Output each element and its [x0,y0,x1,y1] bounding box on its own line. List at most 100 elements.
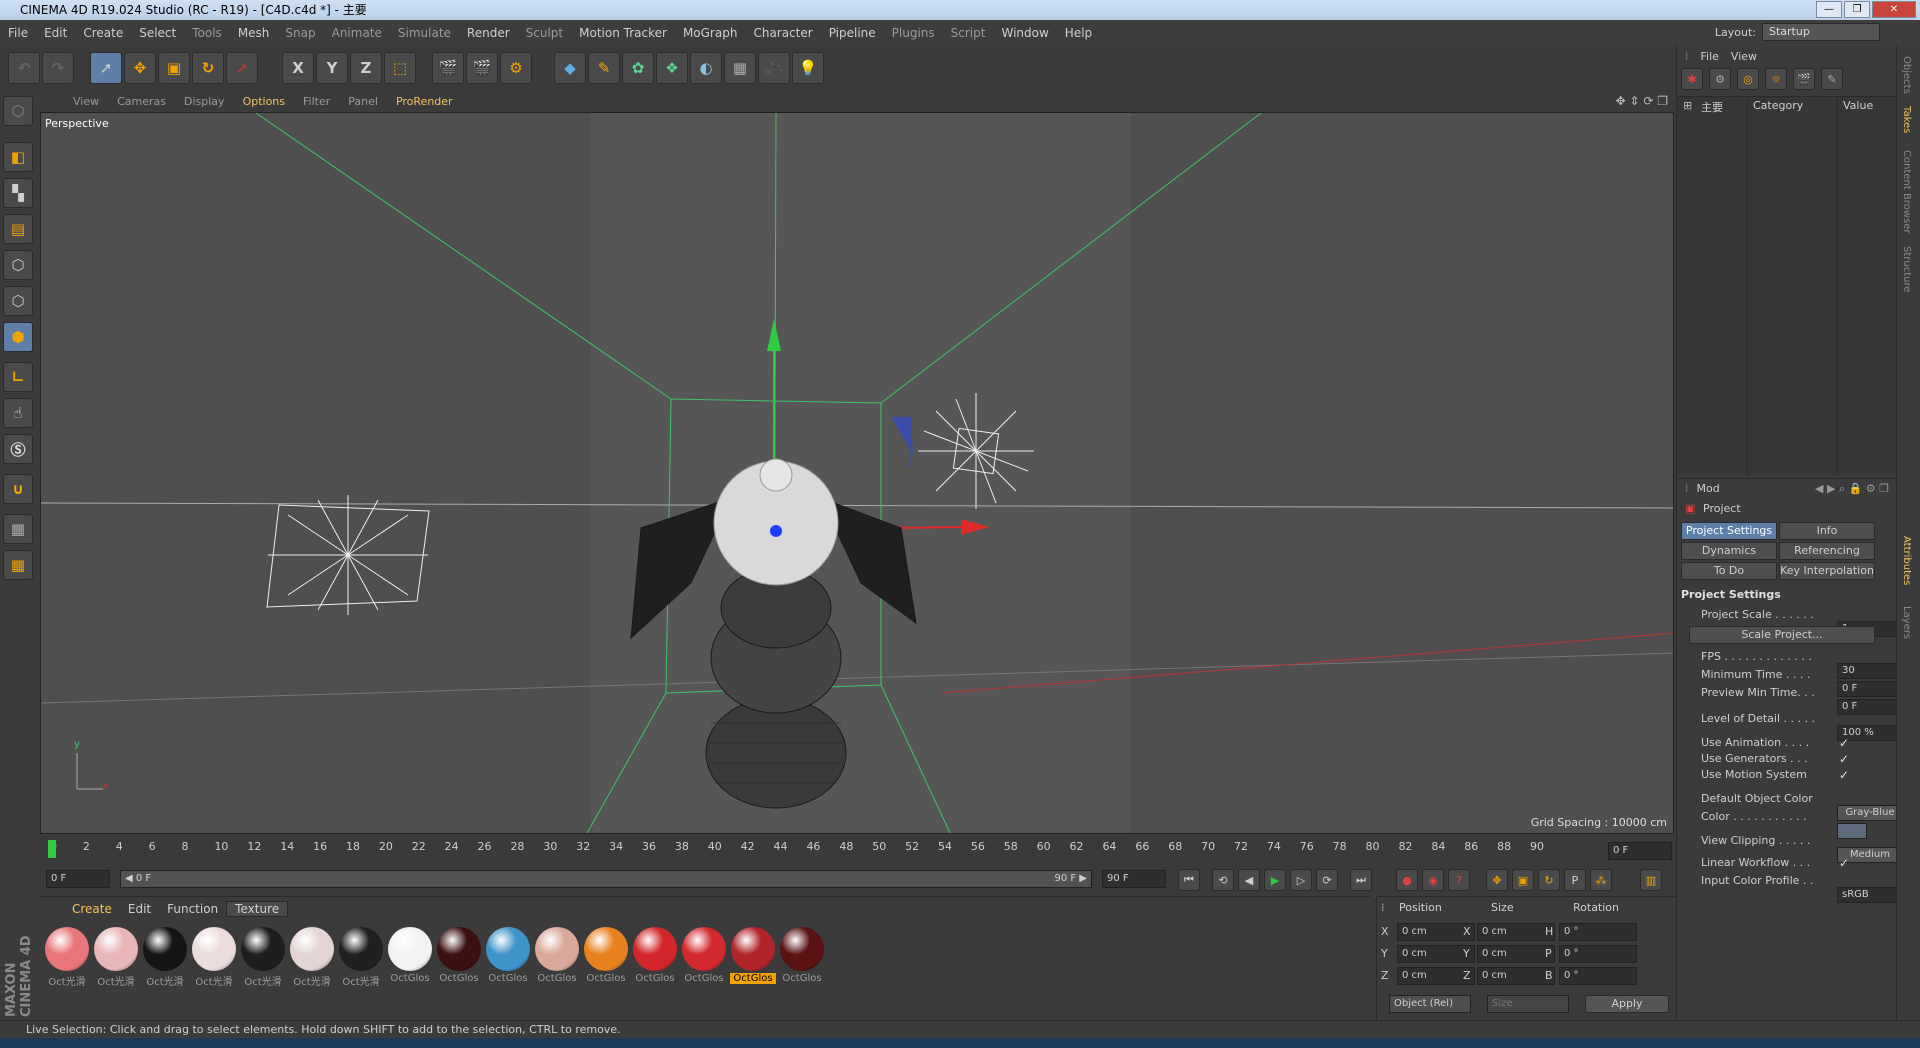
menu-edit[interactable]: Edit [36,26,75,40]
setting-value[interactable]: sRGB [1837,887,1899,903]
move-icon[interactable]: ✥ [124,52,156,84]
viewport-menu-panel[interactable]: Panel [339,95,387,108]
close-button[interactable]: ✕ [1872,1,1916,18]
maximize-button[interactable]: ❐ [1844,1,1870,18]
y-axis-lock-button[interactable]: Y [316,52,348,84]
subdivision-icon[interactable]: ✿ [622,52,654,84]
material-swatch[interactable]: Oct光滑 [289,927,335,988]
rotate-icon[interactable]: ↻ [192,52,224,84]
magnet-snap-icon[interactable]: ∪ [3,474,33,504]
record-active-icon[interactable]: ● [1396,869,1418,891]
objects-tree[interactable]: ⊞ 主要 Category Value [1677,96,1897,475]
menu-script[interactable]: Script [943,26,994,40]
model-mode-icon[interactable]: ◧ [3,142,33,172]
light-icon[interactable]: 💡 [792,52,824,84]
timeline-ruler[interactable]: 0246810121416182022242628303234363840424… [40,836,1676,866]
end-frame-field[interactable]: 90 F [1102,870,1166,888]
menu-sculpt[interactable]: Sculpt [518,26,571,40]
menu-motion-tracker[interactable]: Motion Tracker [571,26,675,40]
size-mode-select[interactable]: Size [1487,995,1569,1013]
coord-value-field[interactable]: 0 ° [1559,923,1637,941]
octane-env-icon[interactable]: ☼ [1765,68,1787,90]
menu-plugins[interactable]: Plugins [884,26,943,40]
tab-key-interpolation[interactable]: Key Interpolation [1779,562,1875,580]
menu-create[interactable]: Create [75,26,131,40]
current-frame-field[interactable]: 0 F [1608,842,1672,860]
material-menu-texture[interactable]: Texture [226,901,289,917]
material-swatch[interactable]: OctGlos [730,927,776,984]
attributes-mode-menu[interactable]: Mod [1697,482,1720,495]
key-scale-icon[interactable]: ▣ [1512,869,1534,891]
viewport-menu-display[interactable]: Display [175,95,234,108]
start-frame-field[interactable]: 0 F [46,870,110,888]
objects-menu-view[interactable]: View [1731,50,1757,63]
coord-value-field[interactable]: 0 cm [1477,967,1555,985]
menu-character[interactable]: Character [745,26,820,40]
menu-render[interactable]: Render [459,26,518,40]
pen-icon[interactable]: ✎ [588,52,620,84]
menu-window[interactable]: Window [993,26,1056,40]
apply-button[interactable]: Apply [1585,995,1669,1013]
menu-tools[interactable]: Tools [184,26,230,40]
render-settings-icon[interactable]: ⚙ [500,52,532,84]
setting-value[interactable]: ✓ [1839,752,1849,766]
make-editable-icon[interactable]: ⬡ [3,96,33,126]
coord-value-field[interactable]: 0 ° [1559,945,1637,963]
viewport-menu-options[interactable]: Options [234,95,294,108]
rail-tab-attributes[interactable]: Attributes [1901,536,1912,585]
key-position-icon[interactable]: ✥ [1486,869,1508,891]
material-swatch[interactable]: Oct光滑 [44,927,90,988]
material-swatch[interactable]: Oct光滑 [240,927,286,988]
undo-icon[interactable]: ↶ [8,52,40,84]
planar-workplane-icon[interactable]: ▦ [3,550,33,580]
live-selection-icon[interactable]: ➚ [90,52,122,84]
next-key-icon[interactable]: ⟳ [1316,869,1338,891]
perspective-viewport[interactable]: Perspective Grid Spacing : 10000 cm y x [40,112,1674,834]
octane-material-icon[interactable]: ✎ [1821,68,1843,90]
tab-to-do[interactable]: To Do [1681,562,1777,580]
layout-select[interactable]: Startup [1762,23,1880,41]
menu-animate[interactable]: Animate [324,26,390,40]
texture-mode-icon[interactable]: ▚ [3,178,33,208]
key-param-icon[interactable]: P [1564,869,1586,891]
main-take-item[interactable]: 主要 [1701,99,1723,115]
coord-value-field[interactable]: 0 cm [1477,923,1555,941]
next-frame-icon[interactable]: ▷ [1290,869,1312,891]
solo-icon[interactable]: Ⓢ [3,434,33,464]
lock-workplane-icon[interactable]: ▦ [3,514,33,544]
octane-settings-icon[interactable]: ⚙ [1709,68,1731,90]
viewport-menu-filter[interactable]: Filter [294,95,339,108]
octane-render-icon[interactable]: 🎬 [1793,68,1815,90]
menu-mesh[interactable]: Mesh [230,26,278,40]
menu-file[interactable]: File [0,26,36,40]
objects-menu-file[interactable]: File [1701,50,1719,63]
tab-project-settings[interactable]: Project Settings [1681,522,1777,540]
coordinate-system-icon[interactable]: ⬚ [384,52,416,84]
tab-dynamics[interactable]: Dynamics [1681,542,1777,560]
render-to-picture-viewer-icon[interactable]: 🎬 [466,52,498,84]
playhead[interactable] [48,840,56,858]
viewport-menu-view[interactable]: View [64,95,108,108]
menu-pipeline[interactable]: Pipeline [821,26,884,40]
material-swatch[interactable]: Oct光滑 [338,927,384,988]
menu-help[interactable]: Help [1057,26,1100,40]
autokey-icon[interactable]: ◉ [1422,869,1444,891]
material-swatch[interactable]: Oct光滑 [191,927,237,988]
rail-tab-layers[interactable]: Layers [1901,606,1912,639]
material-swatch[interactable]: OctGlos [485,927,531,984]
coord-mode-select[interactable]: Object (Rel) [1389,995,1471,1013]
floor-icon[interactable]: ▦ [724,52,756,84]
material-swatch[interactable]: Oct光滑 [142,927,188,988]
rail-tab-takes[interactable]: Takes [1901,106,1912,133]
material-menu-create[interactable]: Create [64,902,120,916]
key-pla-icon[interactable]: ⁂ [1590,869,1612,891]
material-swatch[interactable]: OctGlos [534,927,580,984]
material-swatch[interactable]: OctGlos [632,927,678,984]
redo-icon[interactable]: ↷ [42,52,74,84]
scale-project-button[interactable]: Scale Project... [1689,626,1875,644]
prev-key-icon[interactable]: ⟲ [1212,869,1234,891]
camera-icon[interactable]: 🎥 [758,52,790,84]
render-view-icon[interactable]: 🎬 [432,52,464,84]
viewport-menu-prorender[interactable]: ProRender [387,95,462,108]
viewport-nav-icons[interactable]: ✥ ⇕ ⟳ ❐ [1616,94,1668,108]
